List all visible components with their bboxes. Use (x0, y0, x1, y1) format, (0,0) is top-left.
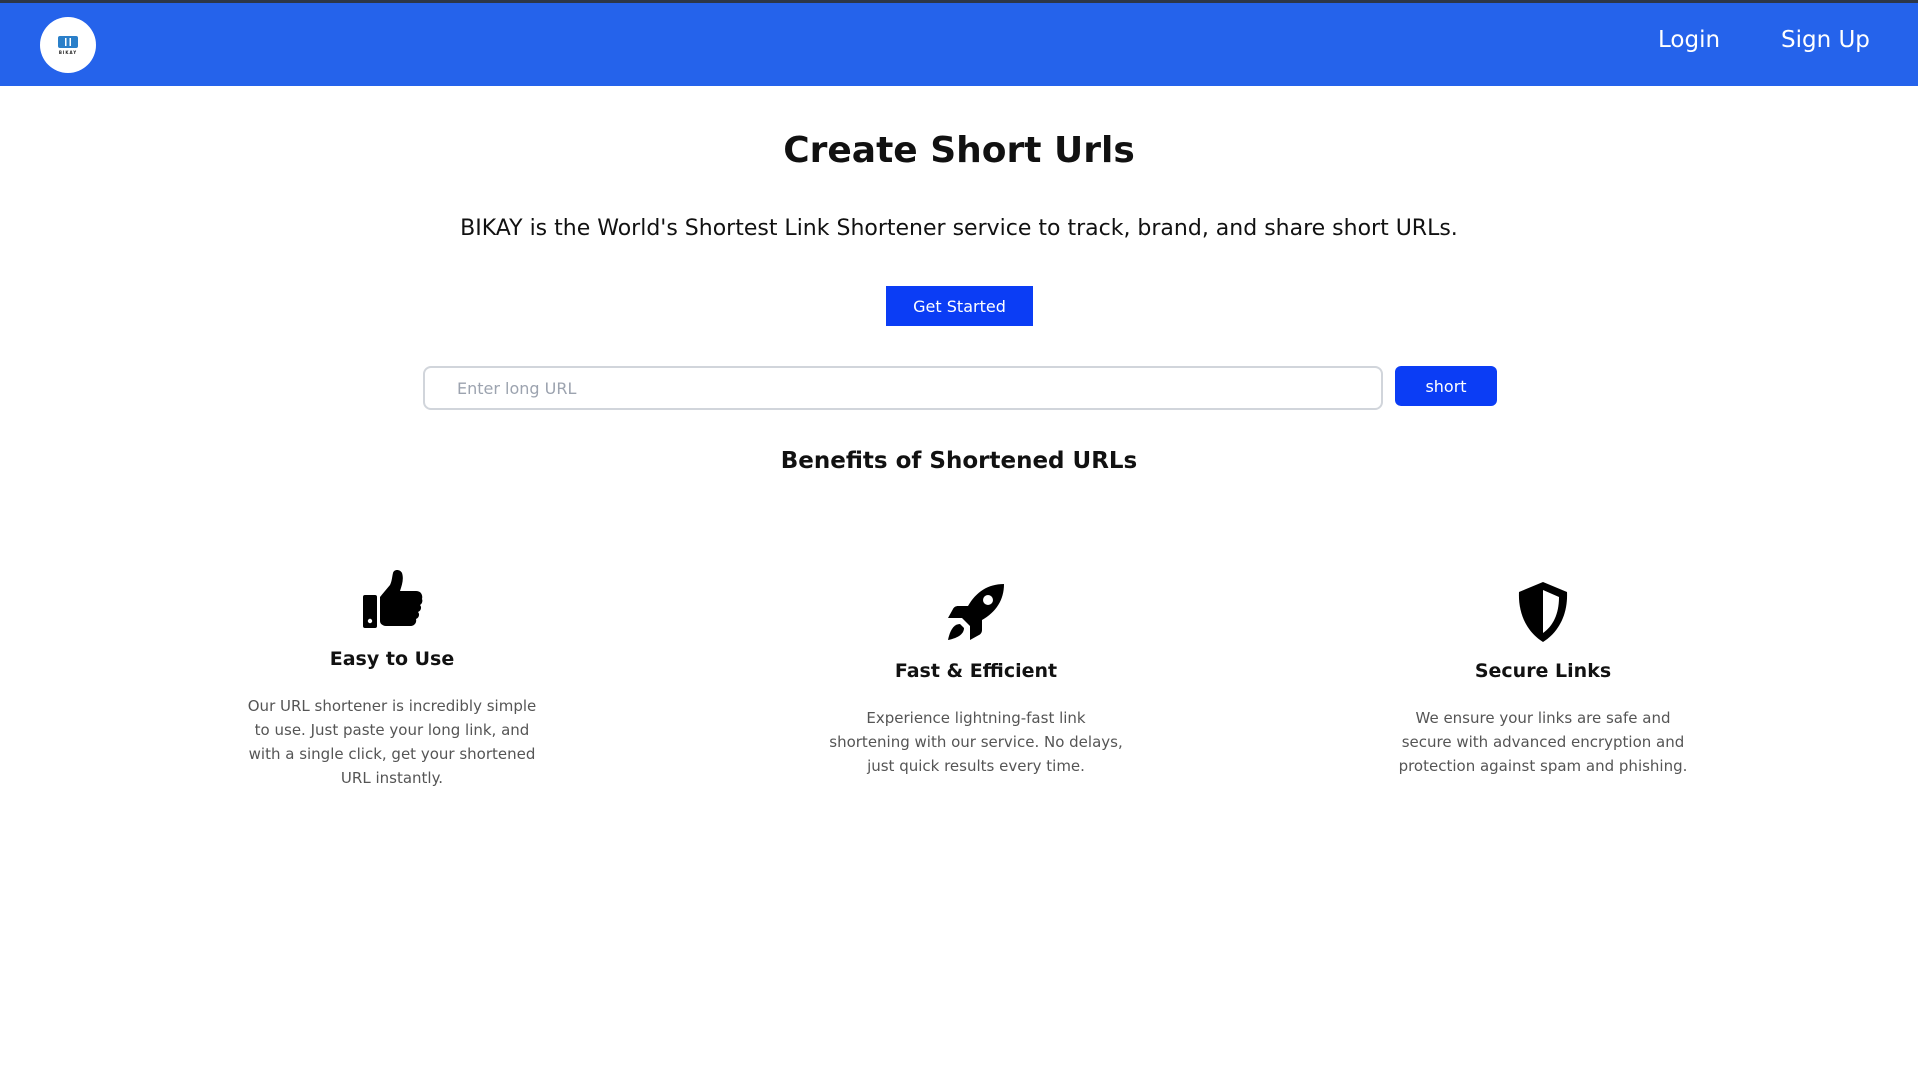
navbar: BIKAY Login Sign Up (0, 3, 1918, 86)
feature-title: Easy to Use (329, 648, 455, 670)
feature-title: Fast & Efficient (894, 660, 1058, 682)
page-subtitle: BIKAY is the World's Shortest Link Short… (460, 216, 1458, 241)
feature-easy-to-use: Easy to Use Our URL shortener is incredi… (242, 568, 542, 790)
logo-text: BIKAY (58, 49, 78, 55)
logo-icon (58, 35, 78, 48)
long-url-input[interactable] (423, 366, 1383, 410)
logo[interactable]: BIKAY (40, 17, 96, 73)
shield-icon (1518, 582, 1568, 642)
thumbs-up-icon (363, 570, 423, 628)
login-link[interactable]: Login (1658, 27, 1720, 53)
feature-description: We ensure your links are safe and secure… (1398, 709, 1688, 775)
feature-fast-efficient: Fast & Efficient Experience lightning-fa… (826, 580, 1126, 778)
signup-link[interactable]: Sign Up (1781, 27, 1870, 53)
feature-description: Experience lightning-fast link shortenin… (829, 709, 1123, 775)
rocket-icon (948, 584, 1004, 640)
short-button[interactable]: short (1395, 366, 1497, 406)
benefits-title: Benefits of Shortened URLs (780, 448, 1138, 474)
get-started-button[interactable]: Get Started (886, 286, 1033, 326)
feature-description: Our URL shortener is incredibly simple t… (247, 697, 537, 787)
feature-title: Secure Links (1474, 660, 1612, 682)
feature-secure-links: Secure Links We ensure your links are sa… (1393, 580, 1693, 778)
page-title: Create Short Urls (783, 130, 1135, 171)
